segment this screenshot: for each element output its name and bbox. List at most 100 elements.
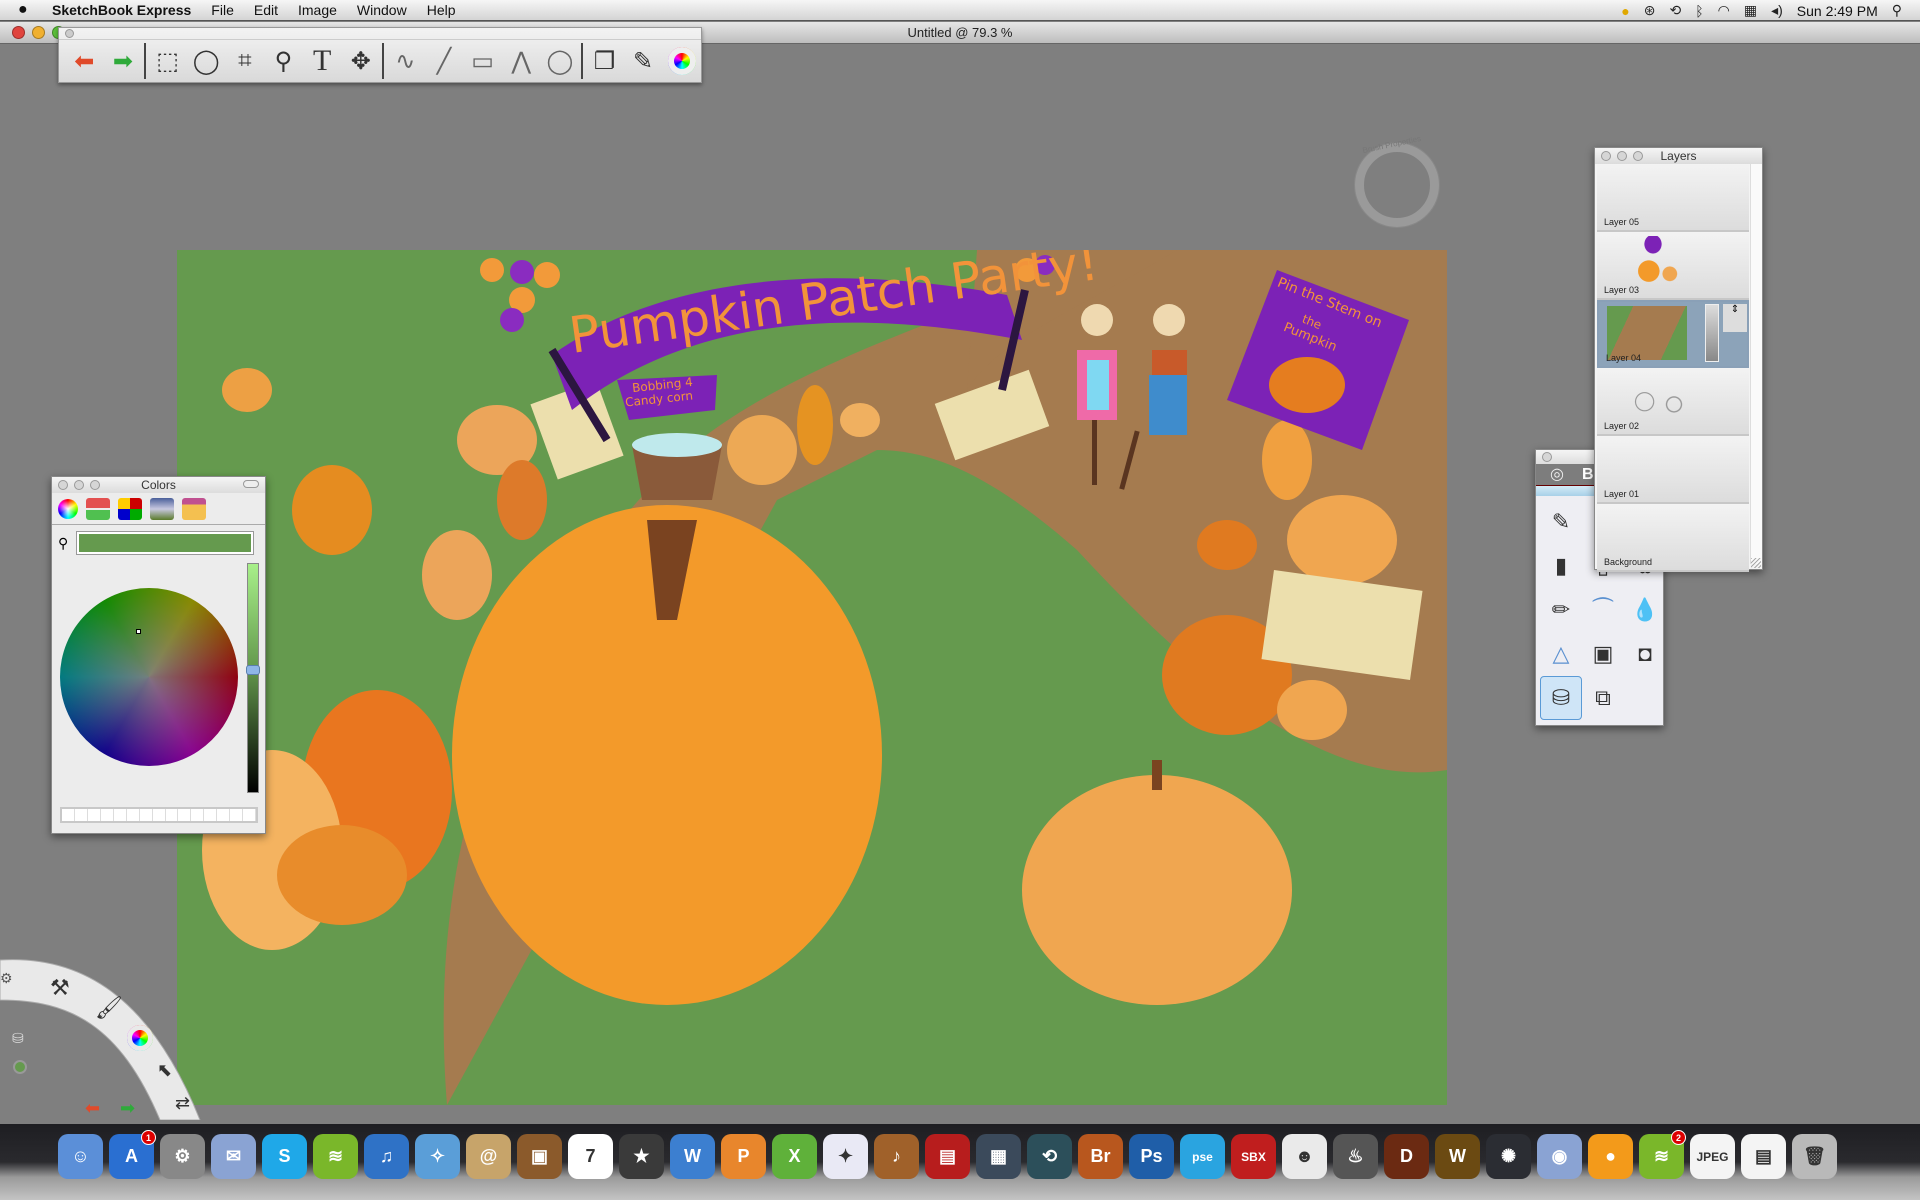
accessibility-icon[interactable]: ⊛ bbox=[1644, 2, 1656, 19]
dock-icon-spotify[interactable]: ≋ bbox=[313, 1134, 358, 1179]
zoom-icon[interactable]: ⚲ bbox=[264, 43, 303, 79]
undo-icon[interactable]: ⬅ bbox=[65, 43, 104, 79]
norton-icon[interactable]: ● bbox=[1621, 3, 1629, 19]
curve-tool-icon[interactable]: ∿ bbox=[386, 43, 425, 79]
dock-icon-address-book[interactable]: @ bbox=[466, 1134, 511, 1179]
color-picker-magnifier-icon[interactable]: ⚲ bbox=[58, 535, 68, 552]
dock-icon-web-page[interactable]: ▤ bbox=[1741, 1134, 1786, 1179]
hard-eraser-icon[interactable]: ▣ bbox=[1582, 632, 1624, 676]
dock-icon-mumble[interactable]: ☻ bbox=[1282, 1134, 1327, 1179]
brush-properties-puck[interactable] bbox=[1355, 143, 1439, 227]
spotlight-search-icon[interactable]: ⚲ bbox=[1892, 2, 1902, 19]
color-palettes-mode-icon[interactable] bbox=[118, 497, 142, 520]
dock-icon-system-preferences[interactable]: ⚙ bbox=[160, 1134, 205, 1179]
clock[interactable]: Sun 2:49 PM bbox=[1797, 3, 1878, 19]
soft-airbrush-icon[interactable]: ⏜ bbox=[1582, 588, 1624, 632]
soft-eraser-icon[interactable]: ◘ bbox=[1624, 632, 1666, 676]
line-tool-icon[interactable]: ╱ bbox=[425, 43, 464, 79]
dock-icon-iphoto[interactable]: ▣ bbox=[517, 1134, 562, 1179]
current-color-swatch[interactable] bbox=[76, 531, 255, 555]
dock-icon-spotify-2-[interactable]: ≋ 2 bbox=[1639, 1130, 1686, 1179]
blender-drop-icon[interactable]: 💧 bbox=[1624, 588, 1666, 632]
layer-row[interactable]: Layer 05 bbox=[1597, 164, 1749, 232]
dock-icon-imovie[interactable]: ★ bbox=[619, 1134, 664, 1179]
redo-icon[interactable]: ➡ bbox=[104, 43, 143, 79]
dock-icon-time-machine[interactable]: ⟲ bbox=[1027, 1134, 1072, 1179]
toolbar-grip[interactable] bbox=[59, 28, 701, 40]
dock-icon-powerpoint[interactable]: P bbox=[721, 1134, 766, 1179]
dock-icon-garageband[interactable]: ♪ bbox=[874, 1134, 919, 1179]
dock-icon-sparkle-app[interactable]: ✦ bbox=[823, 1134, 868, 1179]
volume-icon[interactable]: ◂) bbox=[1771, 2, 1783, 19]
layer-row[interactable]: Layer 02 bbox=[1597, 368, 1749, 436]
layers-close-button[interactable] bbox=[1601, 151, 1611, 161]
move-icon[interactable]: ✥ bbox=[341, 43, 380, 79]
dock-icon-photo-booth[interactable]: ▤ bbox=[925, 1134, 970, 1179]
apple-menu-icon[interactable]: ● bbox=[18, 1, 40, 19]
pencil-brush-icon[interactable]: ✎ bbox=[1540, 500, 1582, 544]
crayons-mode-icon[interactable] bbox=[182, 497, 206, 520]
layers-minimize-button[interactable] bbox=[1617, 151, 1627, 161]
layer-opacity-slider[interactable] bbox=[1705, 304, 1719, 362]
layers-toggle-icon[interactable]: ❐ bbox=[585, 43, 624, 79]
brightness-slider[interactable] bbox=[247, 563, 259, 793]
dock-icon-app-store[interactable]: A1 bbox=[109, 1130, 156, 1179]
color-wheel-toggle-icon[interactable] bbox=[662, 43, 701, 79]
colors-zoom-button[interactable] bbox=[90, 480, 100, 490]
wifi-icon[interactable]: ◠ bbox=[1718, 2, 1730, 19]
menu-edit[interactable]: Edit bbox=[254, 2, 278, 18]
undo-icon[interactable]: ⬅ bbox=[85, 1098, 100, 1119]
brush-library-icon[interactable]: ◎ bbox=[1550, 466, 1564, 483]
dock-icon-finder[interactable]: ☺ bbox=[58, 1134, 103, 1179]
minimize-window-button[interactable] bbox=[32, 26, 45, 39]
menu-image[interactable]: Image bbox=[298, 2, 337, 18]
brushes-toggle-icon[interactable]: ✎ bbox=[624, 43, 663, 79]
redo-icon[interactable]: ➡ bbox=[120, 1098, 135, 1119]
brush-library-icon[interactable]: 🖌 bbox=[95, 995, 123, 1021]
dock-icon-battle-net[interactable]: ✺ bbox=[1486, 1134, 1531, 1179]
layer-row[interactable]: Layer 03 bbox=[1597, 232, 1749, 300]
menu-file[interactable]: File bbox=[211, 2, 234, 18]
color-wheel-mode-icon[interactable] bbox=[58, 498, 78, 519]
colors-toolbar-toggle[interactable] bbox=[243, 480, 259, 488]
dock-icon-ical[interactable]: 7 bbox=[568, 1134, 613, 1179]
menu-help[interactable]: Help bbox=[427, 2, 456, 18]
dock-icon-photoshop-elements[interactable]: pse bbox=[1180, 1134, 1225, 1179]
dock-icon-world-of-warcraft[interactable]: W bbox=[1435, 1134, 1480, 1179]
input-menu-icon[interactable]: ▦ bbox=[1744, 2, 1757, 19]
layer-row[interactable]: Background bbox=[1597, 504, 1749, 572]
ink-pen-icon[interactable]: ✏ bbox=[1540, 588, 1582, 632]
dock-icon-mail[interactable]: ✉ bbox=[211, 1134, 256, 1179]
dock-icon-itunes[interactable]: ♫ bbox=[364, 1134, 409, 1179]
colors-minimize-button[interactable] bbox=[74, 480, 84, 490]
time-machine-icon[interactable]: ⟲ bbox=[1670, 2, 1682, 19]
marker-brush-icon[interactable]: ▮ bbox=[1540, 544, 1582, 588]
dock-icon-word[interactable]: W bbox=[670, 1134, 715, 1179]
layer-row-active[interactable]: ⇕ Layer 04 bbox=[1597, 300, 1749, 368]
tools-icon[interactable]: ⚒ bbox=[50, 975, 70, 1001]
dock-icon-skype[interactable]: S bbox=[262, 1134, 307, 1179]
color-sliders-mode-icon[interactable] bbox=[86, 497, 110, 520]
color-wheel[interactable] bbox=[60, 588, 238, 766]
layer-row[interactable]: Layer 01 bbox=[1597, 436, 1749, 504]
select-icon[interactable]: ⬉ bbox=[157, 1060, 172, 1081]
current-color-dot[interactable] bbox=[13, 1060, 27, 1074]
brushes-close-button[interactable] bbox=[1542, 452, 1552, 462]
layers-icon[interactable]: ⇄ bbox=[175, 1093, 190, 1114]
hard-airbrush-icon[interactable]: △ bbox=[1540, 632, 1582, 676]
dock-icon-trash[interactable]: 🗑 bbox=[1792, 1134, 1837, 1179]
dock-icon-jpeg-document[interactable]: JPEG bbox=[1690, 1134, 1735, 1179]
ellipse-tool-icon[interactable]: ◯ bbox=[541, 43, 580, 79]
dock-icon-firestarter[interactable]: ♨ bbox=[1333, 1134, 1378, 1179]
bluetooth-icon[interactable]: ᛒ bbox=[1695, 3, 1703, 19]
dock-icon-diablo-iii[interactable]: D bbox=[1384, 1134, 1429, 1179]
fill-bucket-indicator-icon[interactable]: ⛁ bbox=[12, 1030, 24, 1047]
dock-icon-gom-player[interactable]: ● bbox=[1588, 1134, 1633, 1179]
layers-zoom-button[interactable] bbox=[1633, 151, 1643, 161]
dock-icon-preview[interactable]: ◉ bbox=[1537, 1134, 1582, 1179]
brush-puck-icon[interactable]: ⚙ bbox=[0, 970, 13, 987]
color-wheel-cursor[interactable] bbox=[136, 629, 141, 634]
close-window-button[interactable] bbox=[12, 26, 25, 39]
text-tool-icon[interactable]: T bbox=[303, 43, 342, 79]
brightness-slider-knob[interactable] bbox=[246, 665, 260, 675]
